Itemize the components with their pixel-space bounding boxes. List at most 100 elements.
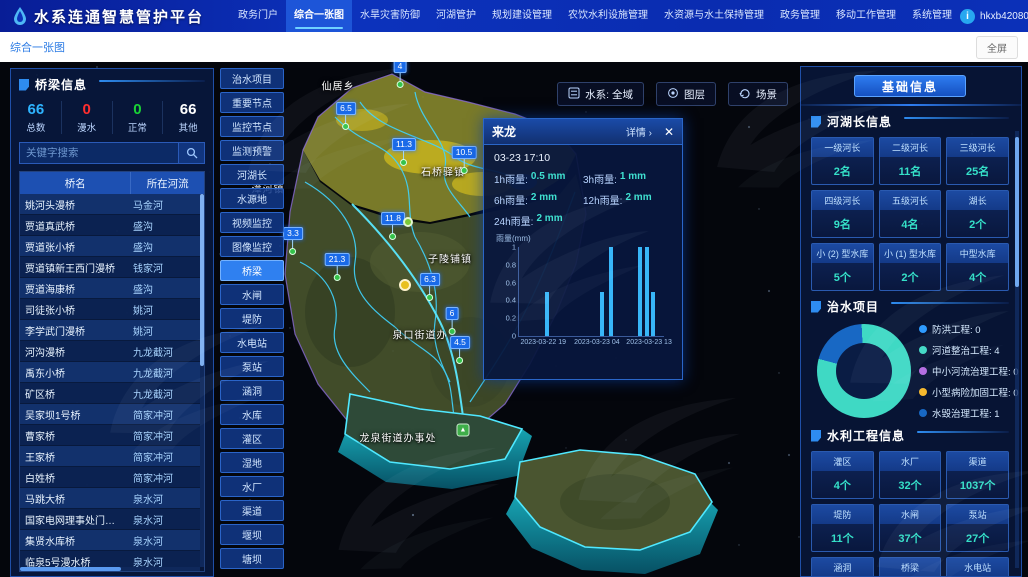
table-row[interactable]: 贾道镇新王西门漫桥钱家河	[20, 257, 200, 278]
nav-item-移动工作管理[interactable]: 移动工作管理	[828, 0, 904, 32]
layer-item-水源地[interactable]: 水源地	[220, 188, 284, 209]
close-icon[interactable]: ✕	[664, 125, 674, 139]
popup-details-link[interactable]: 详情 ›	[626, 124, 652, 139]
info-card-堤防[interactable]: 堤防11个	[811, 504, 874, 552]
map-control-场景[interactable]: 场景	[728, 82, 788, 106]
station-poi-icon[interactable]	[403, 217, 413, 227]
info-card-中型水库[interactable]: 中型水库4个	[946, 243, 1009, 291]
basic-info-button[interactable]: 基础信息	[854, 75, 966, 97]
table-row[interactable]: 贾道张小桥盛沟	[20, 236, 200, 257]
panel-scrollbar[interactable]	[1015, 131, 1019, 568]
layer-item-重要节点[interactable]: 重要节点	[220, 92, 284, 113]
basic-info-panel: 基础信息 河湖长信息 一级河长2名二级河长11名三级河长25名四级河长9名五级河…	[800, 66, 1022, 577]
table-row[interactable]: 国家电网理事处门漫桥泉水河	[20, 509, 200, 530]
station-marker[interactable]: 6.5	[336, 102, 356, 130]
info-card-五级河长[interactable]: 五级河长4名	[879, 190, 942, 238]
station-marker[interactable]: 11.3	[392, 138, 416, 166]
card-label: 渠道	[947, 452, 1008, 471]
nav-item-政务管理[interactable]: 政务管理	[772, 0, 828, 32]
layer-item-水库[interactable]: 水库	[220, 404, 284, 425]
layer-item-渠道[interactable]: 渠道	[220, 500, 284, 521]
info-card-湖长[interactable]: 湖长2个	[946, 190, 1009, 238]
table-row[interactable]: 集贤水库桥泉水河	[20, 530, 200, 551]
table-row[interactable]: 河沟漫桥九龙截河	[20, 341, 200, 362]
info-card-小 (2) 型水库[interactable]: 小 (2) 型水库5个	[811, 243, 874, 291]
layer-item-水闸[interactable]: 水闸	[220, 284, 284, 305]
table-row[interactable]: 贾道真武桥盛沟	[20, 215, 200, 236]
nav-item-系统管理[interactable]: 系统管理	[904, 0, 960, 32]
table-row[interactable]: 李学武门漫桥姚河	[20, 320, 200, 341]
table-row[interactable]: 吴家坝1号桥简家冲河	[20, 404, 200, 425]
layer-item-水厂[interactable]: 水厂	[220, 476, 284, 497]
station-marker[interactable]: 6	[446, 307, 459, 335]
table-row[interactable]: 矿区桥九龙截河	[20, 383, 200, 404]
alert-poi-icon[interactable]	[399, 279, 411, 291]
table-row[interactable]: 马跳大桥泉水河	[20, 488, 200, 509]
search-button[interactable]	[179, 142, 205, 164]
info-card-一级河长[interactable]: 一级河长2名	[811, 137, 874, 185]
station-marker[interactable]: 3.3	[283, 227, 303, 255]
bridge-name-cell: 矿区桥	[20, 386, 128, 401]
nav-item-河湖管护[interactable]: 河湖管护	[428, 0, 484, 32]
chart-x-tick: 2023-03-23 13	[626, 339, 672, 346]
layer-item-泵站[interactable]: 泵站	[220, 356, 284, 377]
map-control-图层[interactable]: 图层	[656, 82, 716, 106]
info-card-桥梁[interactable]: 桥梁66个	[879, 557, 942, 577]
nav-item-农饮水利设施管理[interactable]: 农饮水利设施管理	[560, 0, 656, 32]
info-card-水电站[interactable]: 水电站3个	[946, 557, 1009, 577]
info-card-水厂[interactable]: 水厂32个	[879, 451, 942, 499]
layer-item-桥梁[interactable]: 桥梁	[220, 260, 284, 281]
info-card-小 (1) 型水库[interactable]: 小 (1) 型水库2个	[879, 243, 942, 291]
layer-item-堰坝[interactable]: 堰坝	[220, 524, 284, 545]
info-card-二级河长[interactable]: 二级河长11名	[879, 137, 942, 185]
station-marker[interactable]: 6.3	[420, 273, 440, 301]
layer-item-治水项目[interactable]: 治水项目	[220, 68, 284, 89]
info-card-水闸[interactable]: 水闸37个	[879, 504, 942, 552]
info-card-灌区[interactable]: 灌区4个	[811, 451, 874, 499]
layer-item-塘坝[interactable]: 塘坝	[220, 548, 284, 569]
nav-item-综合一张图[interactable]: 综合一张图	[286, 0, 352, 32]
layer-item-水电站[interactable]: 水电站	[220, 332, 284, 353]
layer-item-河湖长[interactable]: 河湖长	[220, 164, 284, 185]
layer-item-堤防[interactable]: 堤防	[220, 308, 284, 329]
nav-item-水资源与水土保持管理[interactable]: 水资源与水土保持管理	[656, 0, 772, 32]
info-card-泵站[interactable]: 泵站27个	[946, 504, 1009, 552]
legend-dot-icon	[919, 367, 927, 375]
nav-item-水旱灾害防御[interactable]: 水旱灾害防御	[352, 0, 428, 32]
info-card-三级河长[interactable]: 三级河长25名	[946, 137, 1009, 185]
camera-marker-icon[interactable]: ▲	[457, 424, 470, 437]
station-marker[interactable]: 10.5	[452, 146, 477, 174]
layer-item-湿地[interactable]: 湿地	[220, 452, 284, 473]
map-control-水系: 全域[interactable]: 水系: 全域	[557, 82, 644, 106]
table-row[interactable]: 白姓桥简家冲河	[20, 467, 200, 488]
layer-item-图像监控[interactable]: 图像监控	[220, 236, 284, 257]
station-marker[interactable]: 21.3	[325, 253, 350, 281]
info-card-涵洞[interactable]: 涵洞47个	[811, 557, 874, 577]
table-row[interactable]: 姚河头漫桥马金河	[20, 194, 200, 215]
fullscreen-button[interactable]: 全屏	[976, 36, 1018, 59]
layer-item-视频监控[interactable]: 视频监控	[220, 212, 284, 233]
layer-item-监控节点[interactable]: 监控节点	[220, 116, 284, 137]
table-row[interactable]: 司徒张小桥姚河	[20, 299, 200, 320]
stat-value: 66	[163, 101, 213, 118]
user-menu[interactable]: i hkxb42080261 ∨	[960, 9, 1028, 24]
station-marker[interactable]: 11.8	[381, 212, 405, 240]
layer-item-涵洞[interactable]: 涵洞	[220, 380, 284, 401]
breadcrumb[interactable]: 综合一张图	[10, 39, 65, 55]
nav-item-政务门户[interactable]: 政务门户	[230, 0, 286, 32]
search-input[interactable]	[19, 142, 179, 164]
table-horizontal-scrollbar[interactable]	[20, 567, 200, 571]
table-row[interactable]: 王家桥简家冲河	[20, 446, 200, 467]
nav-item-规划建设管理[interactable]: 规划建设管理	[484, 0, 560, 32]
station-marker[interactable]: 4	[394, 60, 407, 88]
table-row[interactable]: 禹东小桥九龙截河	[20, 362, 200, 383]
info-card-渠道[interactable]: 渠道1037个	[946, 451, 1009, 499]
info-card-四级河长[interactable]: 四级河长9名	[811, 190, 874, 238]
station-marker[interactable]: 4.5	[450, 336, 470, 364]
table-row[interactable]: 临泉5号漫水桥泉水河	[20, 551, 200, 567]
table-row[interactable]: 贾道海康桥盛沟	[20, 278, 200, 299]
table-vertical-scrollbar[interactable]	[200, 194, 204, 567]
table-row[interactable]: 曹家桥简家冲河	[20, 425, 200, 446]
layer-item-灌区[interactable]: 灌区	[220, 428, 284, 449]
layer-item-监测预警[interactable]: 监测预警	[220, 140, 284, 161]
